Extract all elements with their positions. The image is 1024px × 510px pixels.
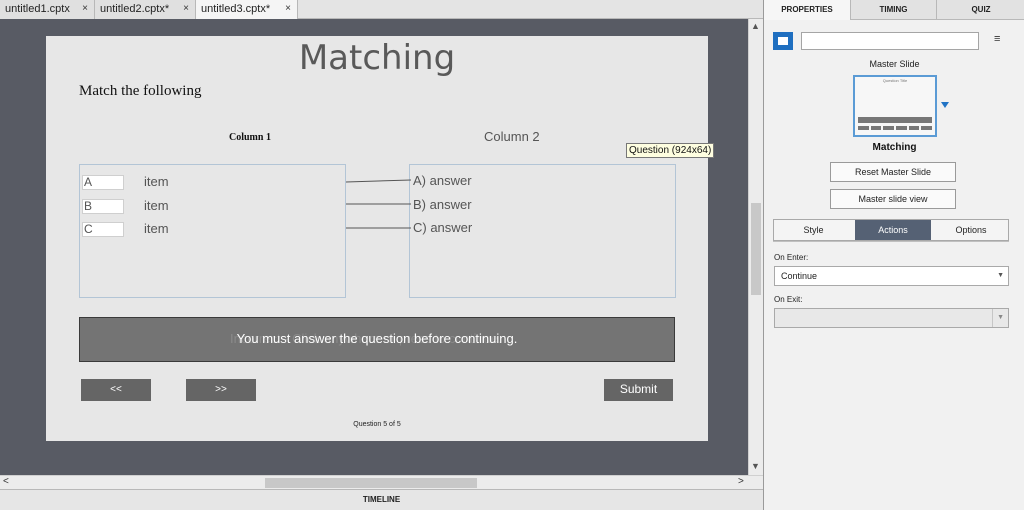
doc-tab-untitled2[interactable]: untitled2.cptx* ×: [95, 0, 196, 19]
question-counter[interactable]: Question 5 of 5: [46, 421, 708, 428]
tab-timing[interactable]: TIMING: [851, 0, 937, 20]
on-enter-label: On Enter:: [774, 253, 809, 262]
match-item-text: item: [144, 198, 169, 213]
answer-option[interactable]: C) answer: [413, 220, 472, 235]
answer-option[interactable]: B) answer: [413, 197, 472, 212]
column1-header[interactable]: Column 1: [229, 132, 271, 143]
on-exit-select[interactable]: ▼: [774, 308, 1009, 328]
reset-master-slide-button[interactable]: Reset Master Slide: [830, 162, 956, 182]
vertical-scroll-thumb[interactable]: [751, 203, 761, 295]
next-button[interactable]: >>: [186, 379, 256, 401]
master-slide-label: Master Slide: [869, 59, 920, 69]
master-slide-dropdown-icon[interactable]: [941, 102, 949, 108]
properties-panel: PROPERTIES TIMING QUIZ ≡ Master Slide Qu…: [763, 0, 1024, 510]
answer-option[interactable]: A) answer: [413, 173, 472, 188]
doc-tab-untitled1[interactable]: untitled1.cptx ×: [0, 0, 95, 19]
document-tab-bar: untitled1.cptx × untitled2.cptx* × untit…: [0, 0, 763, 20]
object-size-tooltip: Question (924x64): [626, 143, 715, 158]
master-slide-name: Matching: [872, 142, 917, 153]
subtab-actions[interactable]: Actions: [855, 220, 931, 240]
on-enter-value: Continue: [781, 271, 818, 281]
column2-box[interactable]: A) answer B) answer C) answer: [409, 164, 676, 298]
doc-tab-untitled3[interactable]: untitled3.cptx* ×: [196, 0, 298, 20]
timeline-toggle[interactable]: TIMELINE: [0, 489, 763, 510]
column1-box[interactable]: A item B item C item: [79, 164, 346, 298]
quiz-slide[interactable]: Matching Match the following Column 1 Co…: [46, 36, 708, 441]
close-icon[interactable]: ×: [82, 0, 88, 18]
match-letter-input[interactable]: C: [82, 222, 124, 237]
horizontal-scrollbar[interactable]: < >: [0, 475, 763, 489]
feedback-text: You must answer the question before cont…: [236, 331, 518, 346]
slide-title[interactable]: Matching: [46, 38, 708, 78]
property-subtabs: Style Actions Options: [773, 219, 1009, 241]
column2-header[interactable]: Column 2: [484, 129, 540, 144]
close-icon[interactable]: ×: [183, 0, 189, 18]
back-button[interactable]: <<: [81, 379, 151, 401]
vertical-scrollbar[interactable]: ▲ ▼: [748, 19, 763, 475]
app-window: untitled1.cptx × untitled2.cptx* × untit…: [0, 0, 1024, 510]
horizontal-scroll-thumb[interactable]: [265, 478, 477, 488]
doc-tab-label: untitled2.cptx*: [100, 3, 170, 15]
thumbnail-buttons: [858, 126, 933, 130]
on-exit-label: On Exit:: [774, 295, 803, 304]
panel-menu-icon[interactable]: ≡: [994, 33, 1000, 45]
chevron-down-icon: ▼: [997, 272, 1004, 279]
chevron-down-icon: ▼: [992, 309, 1004, 327]
master-slide-view-button[interactable]: Master slide view: [830, 189, 956, 209]
doc-tab-label: untitled3.cptx*: [201, 3, 271, 15]
tab-quiz[interactable]: QUIZ: [937, 0, 1024, 20]
scroll-right-icon[interactable]: >: [738, 476, 744, 487]
slide-name-input[interactable]: [801, 32, 979, 50]
thumbnail-feedback-bar: [858, 117, 932, 123]
on-enter-select[interactable]: Continue ▼: [774, 266, 1009, 286]
master-slide-thumbnail[interactable]: Question Title: [853, 75, 937, 137]
close-icon[interactable]: ×: [285, 0, 291, 18]
scroll-down-icon[interactable]: ▼: [751, 461, 760, 471]
doc-tab-label: untitled1.cptx: [5, 3, 70, 15]
question-instruction[interactable]: Match the following: [79, 83, 201, 100]
subtab-style[interactable]: Style: [774, 220, 853, 240]
match-item-text: item: [144, 174, 169, 189]
slide-color-swatch-icon[interactable]: [773, 32, 793, 50]
stage-canvas: Matching Match the following Column 1 Co…: [0, 19, 748, 475]
match-letter-input[interactable]: A: [82, 175, 124, 190]
scroll-up-icon[interactable]: ▲: [751, 21, 760, 31]
subtab-options[interactable]: Options: [933, 220, 1009, 240]
match-letter-input[interactable]: B: [82, 199, 124, 214]
scroll-left-icon[interactable]: <: [3, 476, 9, 487]
feedback-caption[interactable]: Incorrect - Click anywhere or press to c…: [79, 317, 675, 362]
divider: [773, 241, 1009, 242]
match-item-text: item: [144, 221, 169, 236]
connector-line: [345, 179, 412, 183]
thumbnail-title: Question Title: [882, 78, 908, 83]
submit-button[interactable]: Submit: [604, 379, 673, 401]
tab-properties[interactable]: PROPERTIES: [764, 0, 851, 20]
panel-tab-bar: PROPERTIES TIMING QUIZ: [764, 0, 1024, 20]
